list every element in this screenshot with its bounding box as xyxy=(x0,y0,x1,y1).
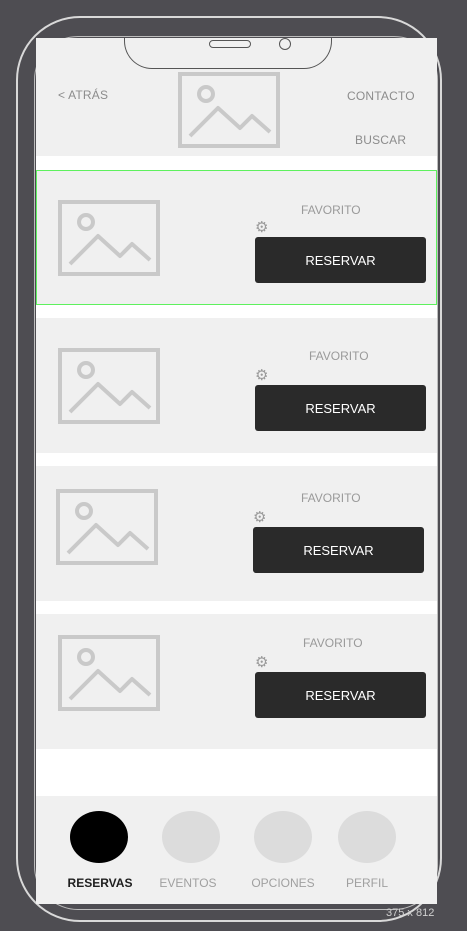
tab-opciones-icon[interactable] xyxy=(254,811,312,863)
header-image-placeholder-icon xyxy=(178,72,280,148)
favorite-label[interactable]: FAVORITO xyxy=(303,636,363,650)
favorite-label[interactable]: FAVORITO xyxy=(301,491,361,505)
tab-opciones[interactable]: OPCIONES xyxy=(238,876,328,890)
reserve-button[interactable]: RESERVAR xyxy=(255,237,426,283)
favorite-label[interactable]: FAVORITO xyxy=(301,203,361,217)
camera-icon xyxy=(279,38,291,50)
image-placeholder-icon xyxy=(58,348,160,424)
tab-perfil-icon[interactable] xyxy=(338,811,396,863)
device-notch xyxy=(124,38,332,69)
reserve-button[interactable]: RESERVAR xyxy=(255,672,426,718)
gear-icon[interactable]: ⚙ xyxy=(255,220,268,235)
gear-icon[interactable]: ⚙ xyxy=(255,368,268,383)
tab-reservas[interactable]: RESERVAS xyxy=(55,876,145,890)
speaker-icon xyxy=(209,40,251,48)
image-placeholder-icon xyxy=(58,635,160,711)
search-link[interactable]: BUSCAR xyxy=(355,133,406,147)
phone-screen: < ATRÁS CONTACTO BUSCAR FAVORITO ⚙ RESER… xyxy=(36,38,437,904)
reserve-button[interactable]: RESERVAR xyxy=(255,385,426,431)
reservation-card[interactable]: FAVORITO ⚙ RESERVAR xyxy=(36,614,437,749)
back-link[interactable]: < ATRÁS xyxy=(58,88,108,102)
tab-perfil[interactable]: PERFIL xyxy=(322,876,412,890)
gear-icon[interactable]: ⚙ xyxy=(253,510,266,525)
reservation-card[interactable]: FAVORITO ⚙ RESERVAR xyxy=(36,318,437,453)
reserve-button[interactable]: RESERVAR xyxy=(253,527,424,573)
favorite-label[interactable]: FAVORITO xyxy=(309,349,369,363)
reservation-card[interactable]: FAVORITO ⚙ RESERVAR xyxy=(36,466,437,601)
bottom-tab-bar: RESERVAS EVENTOS OPCIONES PERFIL xyxy=(36,796,437,904)
artboard-size-label: 375 x 812 xyxy=(386,907,435,919)
tab-reservas-icon[interactable] xyxy=(70,811,128,863)
image-placeholder-icon xyxy=(56,489,158,565)
tab-eventos-icon[interactable] xyxy=(162,811,220,863)
image-placeholder-icon xyxy=(58,200,160,276)
contact-link[interactable]: CONTACTO xyxy=(347,89,415,103)
reservation-card[interactable]: FAVORITO ⚙ RESERVAR xyxy=(36,170,437,305)
tab-eventos[interactable]: EVENTOS xyxy=(143,876,233,890)
gear-icon[interactable]: ⚙ xyxy=(255,655,268,670)
